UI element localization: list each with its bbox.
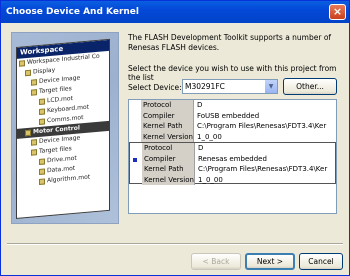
row-kernel-path: Kernel Path C:\Program Files\Renesas\FDT3… xyxy=(141,121,327,132)
folder-icon xyxy=(31,148,37,156)
file-icon xyxy=(39,107,45,115)
row-kernel-path: Kernel Path C:\Program Files\Renesas\FDT3… xyxy=(142,164,328,175)
device-select-value: M30291FC xyxy=(185,82,225,91)
window-title: Choose Device And Kernel xyxy=(6,7,139,17)
device-list[interactable]: Protocol D Compiler FoUSB embedded Kernel … xyxy=(128,99,337,214)
workspace-panel-image: Workspace Workspace Industrial Co Displa… xyxy=(16,38,110,220)
folder-icon xyxy=(31,138,37,146)
device-entry-selected[interactable]: Protocol D Compiler Renesas embedded Kerne… xyxy=(129,142,336,185)
selection-marker-icon xyxy=(133,158,137,162)
folder-icon xyxy=(19,59,25,67)
folder-icon xyxy=(31,88,37,96)
row-kernel-version: Kernel Version 1_0_00 xyxy=(141,131,222,142)
file-icon xyxy=(39,157,45,165)
other-button[interactable]: Other... xyxy=(283,78,337,95)
select-device-label: Select Device: xyxy=(128,83,182,92)
file-icon xyxy=(39,97,45,105)
device-select[interactable]: M30291FC ▼ xyxy=(182,79,278,94)
file-icon xyxy=(39,177,45,185)
row-compiler: Compiler FoUSB embedded xyxy=(141,110,260,121)
next-button[interactable]: Next > xyxy=(245,253,295,270)
description-text: The FLASH Development Toolkit supports a… xyxy=(128,33,332,52)
workspace-illustration: Workspace Workspace Industrial Co Displa… xyxy=(11,32,119,224)
folder-icon xyxy=(25,69,31,76)
separator xyxy=(7,243,343,245)
row-kernel-version: Kernel Version 1_0_00 xyxy=(142,174,223,185)
folder-icon xyxy=(25,129,31,136)
cancel-button[interactable]: Cancel xyxy=(299,253,343,270)
device-entry[interactable]: Protocol D Compiler FoUSB embedded Kernel … xyxy=(129,100,336,142)
close-button[interactable]: × xyxy=(329,4,346,20)
row-protocol: Protocol D xyxy=(142,143,204,154)
folder-icon xyxy=(31,78,37,86)
row-protocol: Protocol D xyxy=(141,100,203,111)
file-icon xyxy=(39,167,45,175)
row-compiler: Compiler Renesas embedded xyxy=(142,153,267,164)
close-icon: × xyxy=(332,5,343,18)
back-button[interactable]: < Back xyxy=(191,253,241,270)
dropdown-arrow-icon[interactable]: ▼ xyxy=(264,80,277,93)
file-icon xyxy=(39,117,45,125)
title-bar[interactable]: Choose Device And Kernel × xyxy=(1,1,349,23)
dialog-window: Choose Device And Kernel × Workspace Wor… xyxy=(0,0,350,276)
